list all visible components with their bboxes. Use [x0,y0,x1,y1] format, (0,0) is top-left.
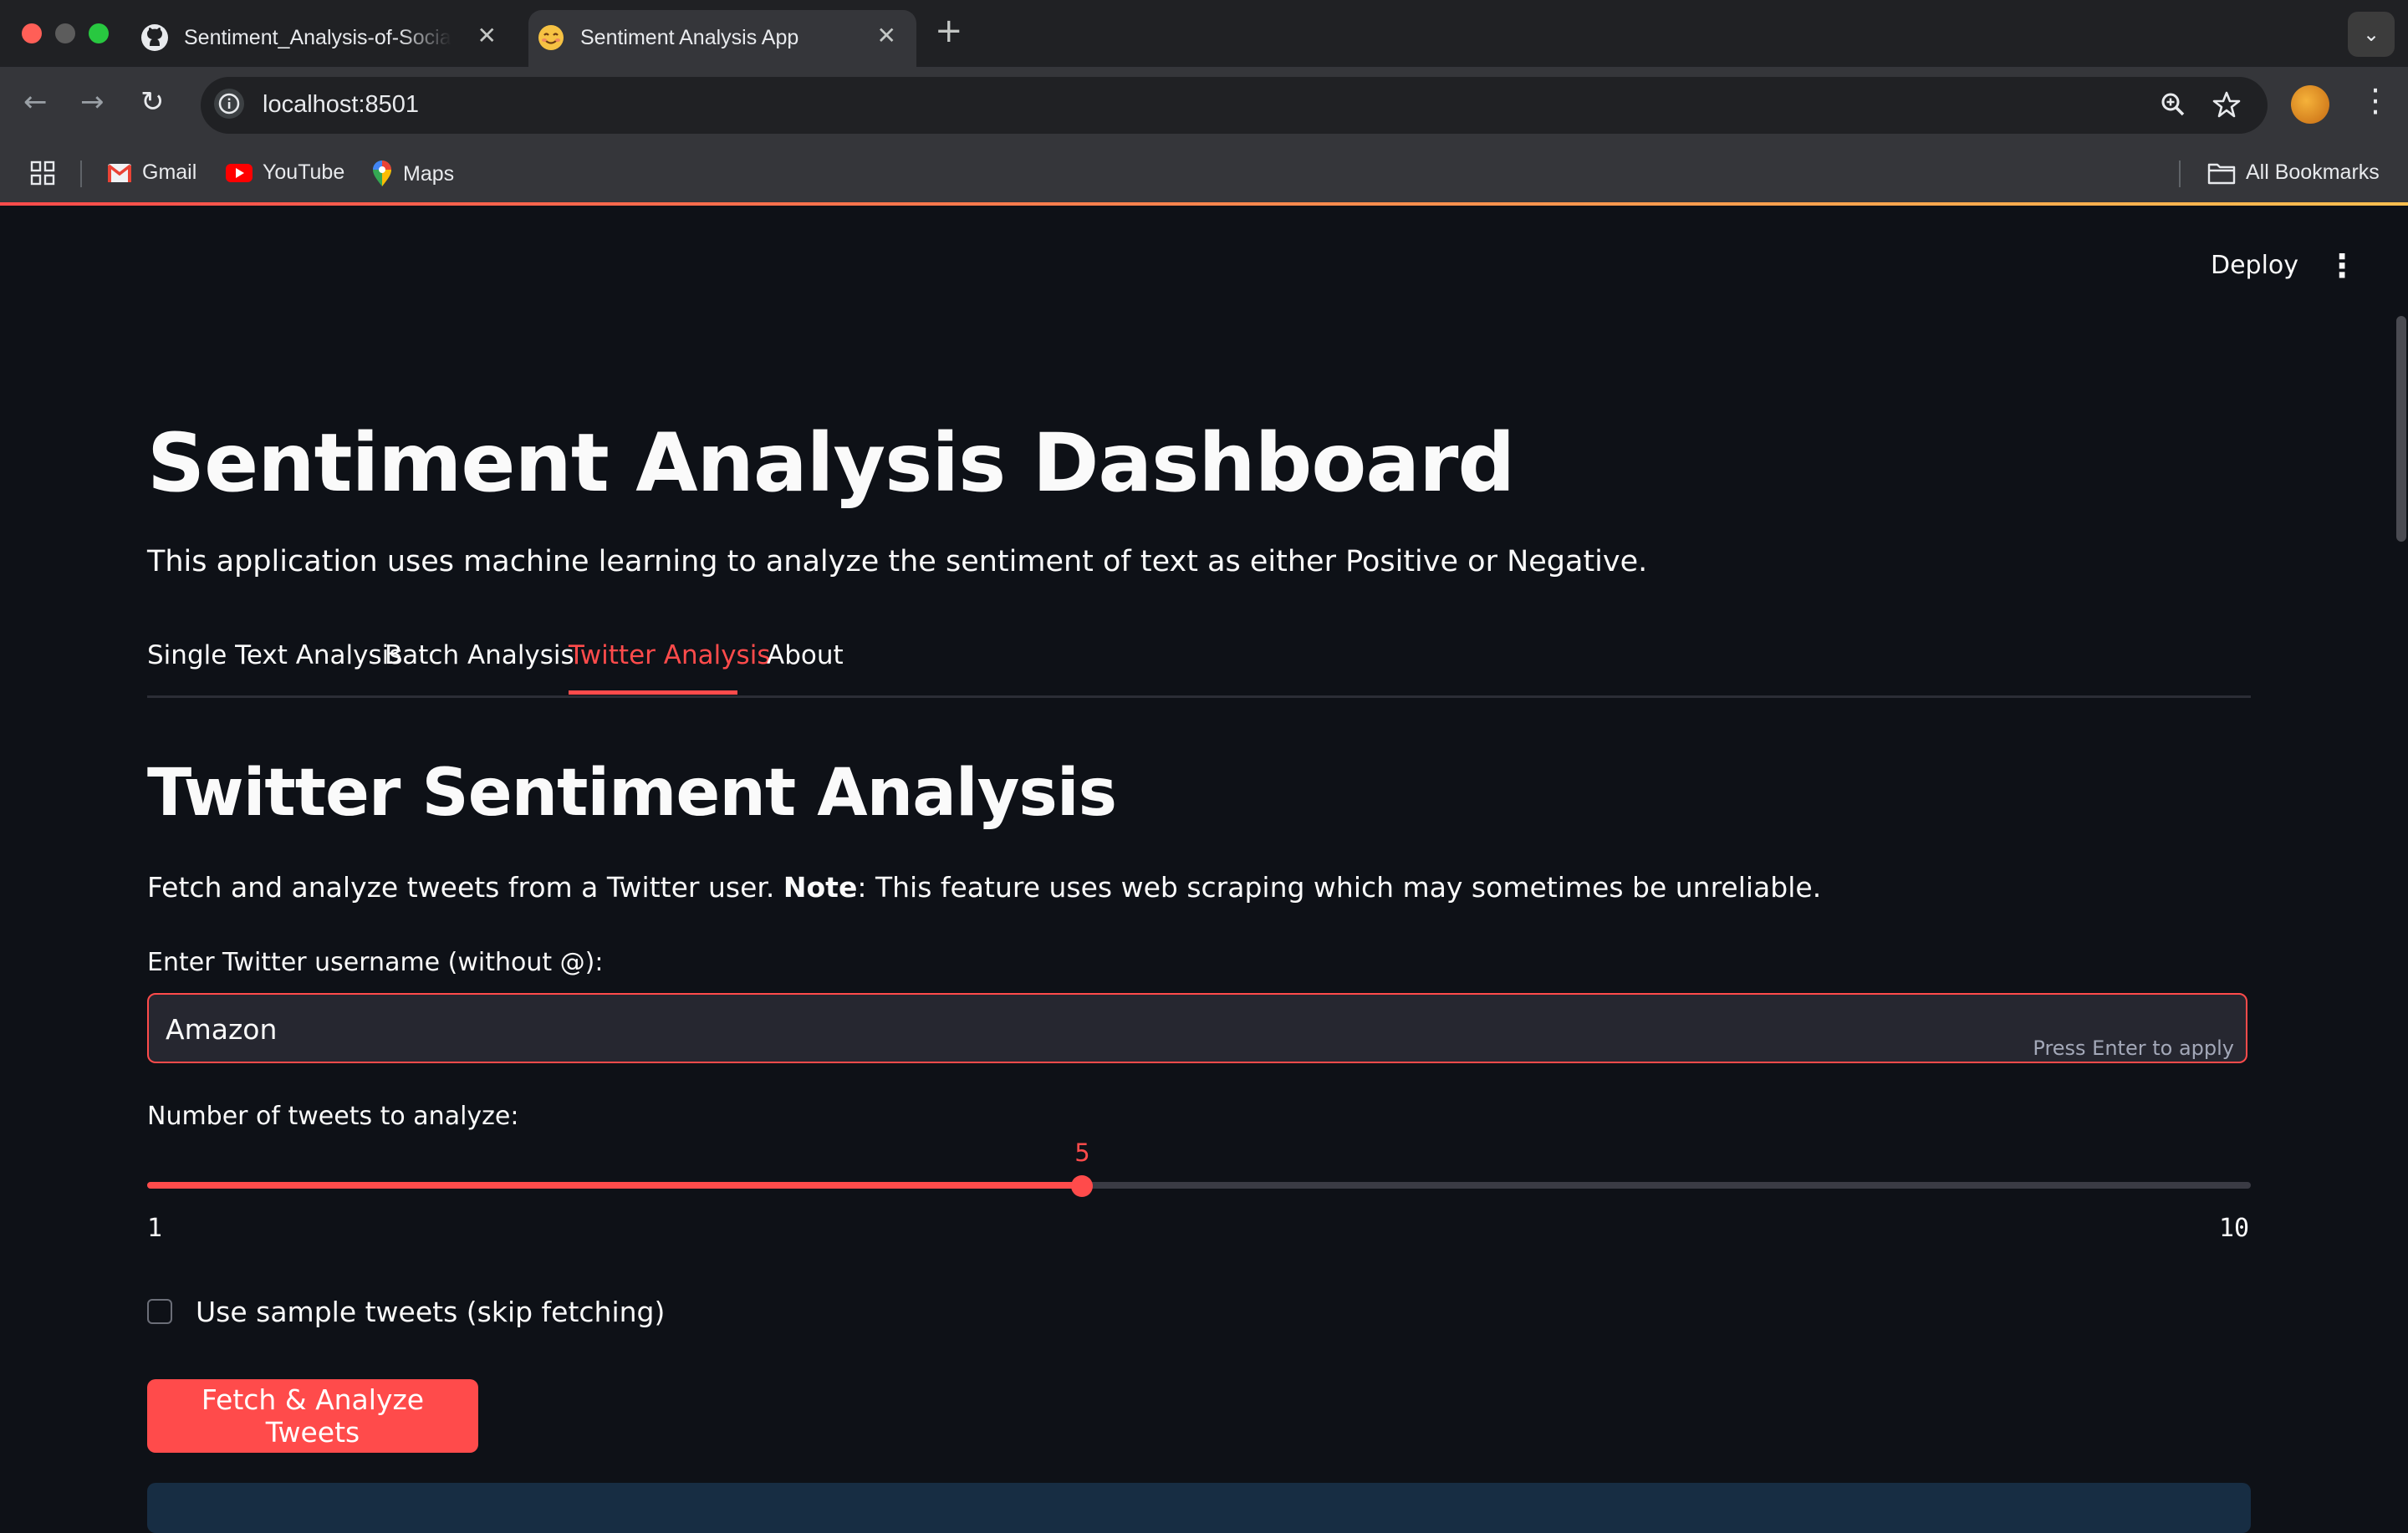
bookmark-maps[interactable]: Maps [371,160,454,187]
page-scrollbar[interactable] [2396,316,2406,542]
slider-value: 5 [1074,1138,1090,1167]
sample-tweets-checkbox[interactable] [147,1299,172,1324]
browser-tab-sentiment-app[interactable]: Sentiment Analysis App ✕ [528,10,916,67]
tab-batch-analysis[interactable]: Batch Analysis [385,640,574,670]
zoom-icon[interactable] [2154,85,2192,124]
back-arrow-icon[interactable]: ← [23,85,48,119]
url-text[interactable]: localhost:8501 [263,91,419,119]
smiley-icon [538,25,564,50]
github-icon [141,24,168,51]
forward-arrow-icon[interactable]: → [80,85,105,119]
folder-icon [2207,163,2236,184]
reload-icon[interactable]: ↻ [140,85,165,119]
browser-tab-github[interactable]: Sentiment_Analysis-of-Social ✕ [132,10,517,67]
tab-about[interactable]: About [767,640,844,670]
browser-tab-bar: Sentiment_Analysis-of-Social ✕ Sentiment… [0,0,2408,67]
tab-single-text-analysis[interactable]: Single Text Analysis [147,640,402,670]
window-close-button[interactable] [22,23,42,43]
slider-min-label: 1 [147,1214,163,1243]
description-text: : This feature uses web scraping which m… [857,871,1822,904]
chevron-down-icon: ⌄ [2362,23,2380,46]
bookmark-label: YouTube [263,160,345,184]
all-bookmarks-label: All Bookmarks [2246,160,2380,184]
tab-twitter-analysis[interactable]: Twitter Analysis [569,640,770,670]
address-bar[interactable]: localhost:8501 [201,77,2268,134]
bookmark-star-icon[interactable] [2207,85,2246,124]
fetch-analyze-button[interactable]: Fetch & Analyze Tweets [147,1379,478,1453]
app-menu-icon[interactable]: ⋮ [2326,247,2358,284]
page-title: Sentiment Analysis Dashboard [147,416,1515,510]
slider-max-label: 10 [2219,1214,2250,1243]
apps-grid-icon[interactable] [30,160,55,186]
browser-toolbar: ← → ↻ localhost:8501 ⋮ [0,67,2408,144]
close-tab-icon[interactable]: ✕ [477,22,497,49]
new-tab-button[interactable]: + [935,12,963,50]
bookmarks-bar: Gmail YouTube Maps All Bookmarks [0,144,2408,204]
tab-title: Sentiment_Analysis-of-Social [184,26,452,49]
maps-icon [373,160,391,186]
slider-fill [147,1182,1083,1189]
deploy-button[interactable]: Deploy [2211,251,2298,280]
bookmarks-divider [2179,160,2181,187]
bookmark-gmail[interactable]: Gmail [107,160,196,185]
slider-label: Number of tweets to analyze: [147,1102,519,1131]
checkbox-label[interactable]: Use sample tweets (skip fetching) [196,1296,665,1328]
site-info-icon[interactable] [214,89,244,119]
analysis-tabs: Single Text Analysis Batch Analysis Twit… [147,635,2251,698]
section-description: Fetch and analyze tweets from a Twitter … [147,871,1821,904]
all-bookmarks-button[interactable]: All Bookmarks [2207,160,2380,185]
slider-thumb[interactable] [1071,1175,1094,1197]
window-minimize-button[interactable] [55,23,75,43]
intro-text: This application uses machine learning t… [147,545,1648,578]
bookmark-label: Maps [403,161,455,186]
input-hint: Press Enter to apply [2033,1036,2234,1060]
gmail-icon [107,163,132,182]
section-title: Twitter Sentiment Analysis [147,756,1117,831]
bookmark-youtube[interactable]: YouTube [226,160,344,185]
username-input[interactable] [164,1006,2007,1052]
youtube-icon [226,163,253,182]
description-text: Fetch and analyze tweets from a Twitter … [147,871,783,904]
profile-avatar[interactable] [2291,85,2329,124]
bookmark-label: Gmail [142,160,197,184]
tab-title: Sentiment Analysis App [580,26,799,49]
info-message-box [147,1483,2251,1533]
streamlit-decoration-bar [0,202,2408,206]
window-maximize-button[interactable] [89,23,109,43]
browser-menu-icon[interactable]: ⋮ [2360,82,2391,119]
tab-search-button[interactable]: ⌄ [2348,12,2395,57]
description-note-label: Note [783,871,858,904]
username-input-container: Press Enter to apply [147,993,2247,1063]
tweet-count-slider[interactable] [147,1182,2251,1189]
active-tab-indicator [569,690,737,695]
bookmarks-divider [80,160,82,187]
username-label: Enter Twitter username (without @): [147,948,604,977]
close-tab-icon[interactable]: ✕ [877,22,896,49]
